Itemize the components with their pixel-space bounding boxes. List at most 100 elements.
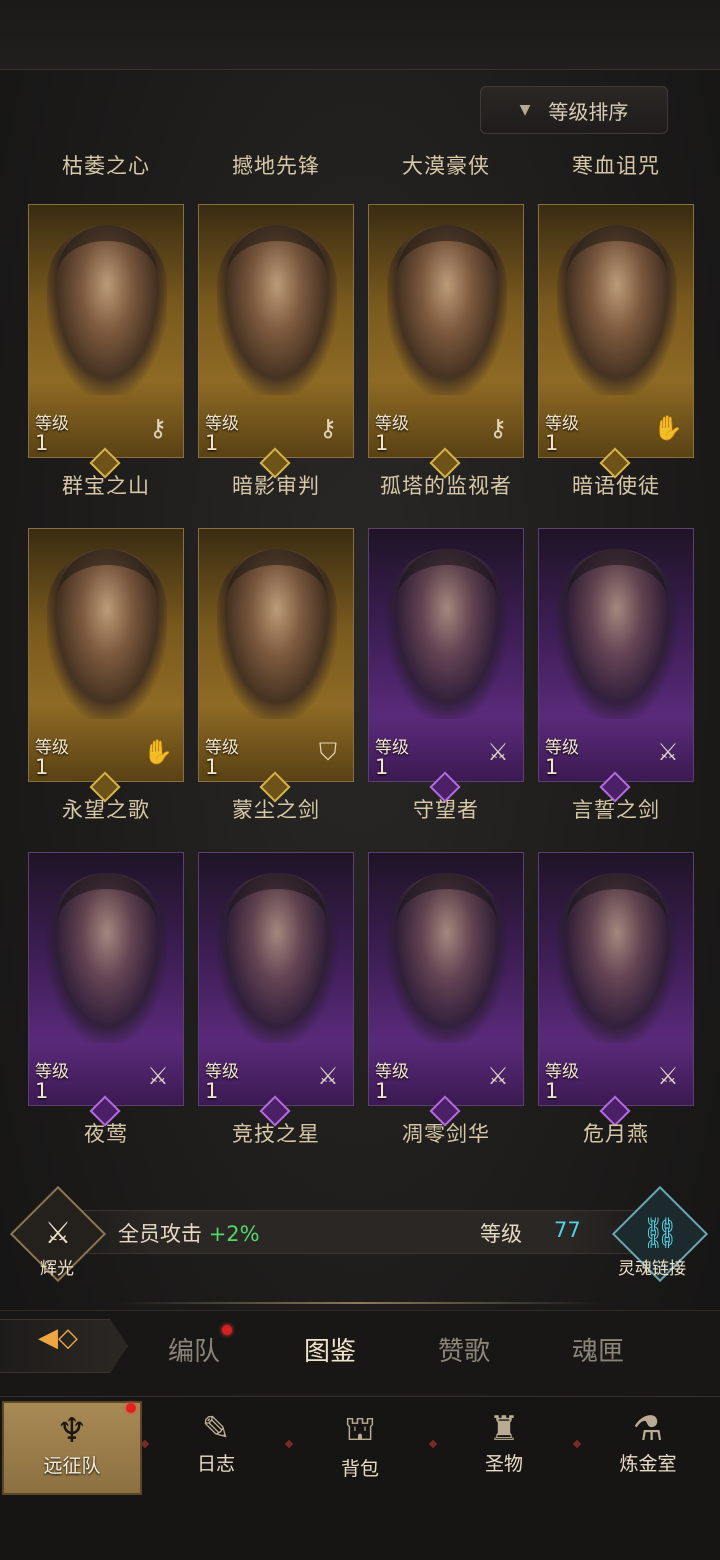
nav-journal[interactable]: ✎ 日志 [146,1401,286,1495]
sword-icon: ⚔ [657,738,679,766]
notification-dot [126,1403,136,1413]
sword-icon: ⚔ [147,1062,169,1090]
shield-icon: ⛉ [319,738,337,766]
team-bonus-bar: ⚔ 辉光 全员攻击 +2% 等级 77 ⛓ 灵魂链接 [0,1185,720,1283]
hero-portrait [557,549,677,719]
top-ornament [0,0,720,70]
hero-card[interactable]: 等级 1 ⚔ [198,852,354,1106]
hero-cell[interactable]: 等级 1 ⚔ 竞技之星 [198,796,354,1146]
hand-sigil-icon: ✋ [653,414,683,442]
hero-name: 竞技之星 [232,1122,320,1146]
nav-label: 日志 [196,1453,235,1475]
bonus-label: 全员攻击 [118,1222,202,1246]
level-value: 1 [205,755,219,779]
viking-helmet-icon: ♆ [56,1411,88,1451]
hero-card[interactable]: 等级 1 ⚔ [368,852,524,1106]
hero-cell[interactable]: 大漠豪侠 等级 1 ⚷ 孤塔的监视者 [368,148,524,498]
hero-name: 凋零剑华 [402,1122,490,1146]
magic-key-icon: ⚷ [149,414,167,442]
level-value: 1 [35,755,49,779]
hero-card[interactable]: 等级 1 ✋ [28,528,184,782]
hero-cell[interactable]: 等级 1 ⚔ 夜莺 [28,796,184,1146]
level-value: 1 [375,755,389,779]
sort-button[interactable]: ▼ 等级排序 [480,86,668,134]
hero-card[interactable]: 等级 1 ⚔ [538,852,694,1106]
hero-card[interactable]: 等级 1 ⚔ [538,528,694,782]
sword-icon: ⚔ [317,1062,339,1090]
hero-card[interactable]: 等级 1 ⚷ [368,204,524,458]
hero-portrait [217,225,337,395]
hero-card[interactable]: 等级 1 ⚷ [198,204,354,458]
hero-portrait [387,225,507,395]
level-value: 1 [545,431,559,455]
level-value: 1 [35,431,49,455]
tab-codex[interactable]: 图鉴 [304,1331,356,1368]
hero-portrait [387,549,507,719]
hero-portrait [217,873,337,1043]
sort-label: 等级排序 [548,99,629,124]
back-arrow-icon[interactable]: ◀◇ [38,1323,78,1353]
hero-cell[interactable]: 等级 1 ⚔ 守望者 [368,472,524,822]
triangle-down-icon: ▼ [519,102,531,118]
hero-cell[interactable]: 等级 1 ⛉ 蒙尘之剑 [198,472,354,822]
nav-label: 远征队 [43,1455,101,1477]
hero-cell[interactable]: 等级 1 ✋ 永望之歌 [28,472,184,822]
divider [120,1302,600,1304]
hero-cell[interactable]: 等级 1 ⚔ 危月燕 [538,796,694,1146]
hero-card[interactable]: 等级 1 ⚷ [28,204,184,458]
hero-portrait [217,549,337,719]
hero-cell[interactable]: 撼地先锋 等级 1 ⚷ 暗影审判 [198,148,354,498]
hero-cell[interactable]: 枯萎之心 等级 1 ⚷ 群宝之山 [28,148,184,498]
nav-label: 炼金室 [619,1453,677,1475]
hero-portrait [387,873,507,1043]
hero-portrait [47,873,167,1043]
hero-grid: 枯萎之心 等级 1 ⚷ 群宝之山 撼地先锋 等级 1 ⚷ 暗影审判 大漠豪侠 等… [28,148,694,1146]
hero-portrait [47,225,167,395]
glory-label: 辉光 [40,1259,74,1279]
level-value: 1 [35,1079,49,1103]
hero-card[interactable]: 等级 1 ⚔ [28,852,184,1106]
chalice-icon: ♜ [488,1409,520,1449]
sword-icon: ⚔ [657,1062,679,1090]
hero-title: 寒血诅咒 [572,154,660,178]
bottom-nav: ♆ 远征队 ✎ 日志 ⛫ 背包 ♜ 圣物 ⚗ 炼金室 [0,1396,720,1560]
hero-card[interactable]: 等级 1 ⚔ [368,528,524,782]
level-value: 1 [205,431,219,455]
sword-icon: ⚔ [487,1062,509,1090]
level-value: 1 [375,1079,389,1103]
nav-expedition[interactable]: ♆ 远征队 [2,1401,142,1495]
magic-key-icon: ⚷ [489,414,507,442]
hero-name: 夜莺 [84,1122,128,1146]
magic-key-icon: ⚷ [319,414,337,442]
hero-title: 撼地先锋 [232,154,320,178]
hero-cell[interactable]: 寒血诅咒 等级 1 ✋ 暗语使徒 [538,148,694,498]
level-value: 1 [545,1079,559,1103]
hero-card[interactable]: 等级 1 ✋ [538,204,694,458]
link-level-label: 等级 [480,1222,522,1246]
hero-portrait [557,225,677,395]
hero-name: 危月燕 [583,1122,649,1146]
notification-dot [222,1325,232,1335]
backpack-icon: ⛫ [344,1409,376,1449]
tab-formation[interactable]: 编队 [168,1331,220,1368]
alchemy-icon: ⚗ [632,1409,664,1449]
nav-relics[interactable]: ♜ 圣物 [434,1401,574,1495]
sub-tab-bar: ◀◇ 编队 图鉴 赞歌 魂匣 [0,1310,720,1394]
nav-backpack[interactable]: ⛫ 背包 [290,1401,430,1495]
hero-portrait [47,549,167,719]
soul-link-label: 灵魂链接 [618,1259,686,1279]
tab-soul-box[interactable]: 魂匣 [572,1331,624,1368]
sword-icon: ⚔ [487,738,509,766]
hand-sigil-icon: ✋ [143,738,173,766]
hero-title: 大漠豪侠 [402,154,490,178]
nav-alchemy[interactable]: ⚗ 炼金室 [578,1401,718,1495]
hero-title: 枯萎之心 [62,154,150,178]
bonus-value: +2% [208,1222,260,1246]
hero-portrait [557,873,677,1043]
nav-label: 背包 [340,1458,379,1480]
hero-cell[interactable]: 等级 1 ⚔ 凋零剑华 [368,796,524,1146]
tab-hymn[interactable]: 赞歌 [438,1331,490,1368]
hero-cell[interactable]: 等级 1 ⚔ 言誓之剑 [538,472,694,822]
nav-label: 圣物 [484,1453,523,1475]
hero-card[interactable]: 等级 1 ⛉ [198,528,354,782]
